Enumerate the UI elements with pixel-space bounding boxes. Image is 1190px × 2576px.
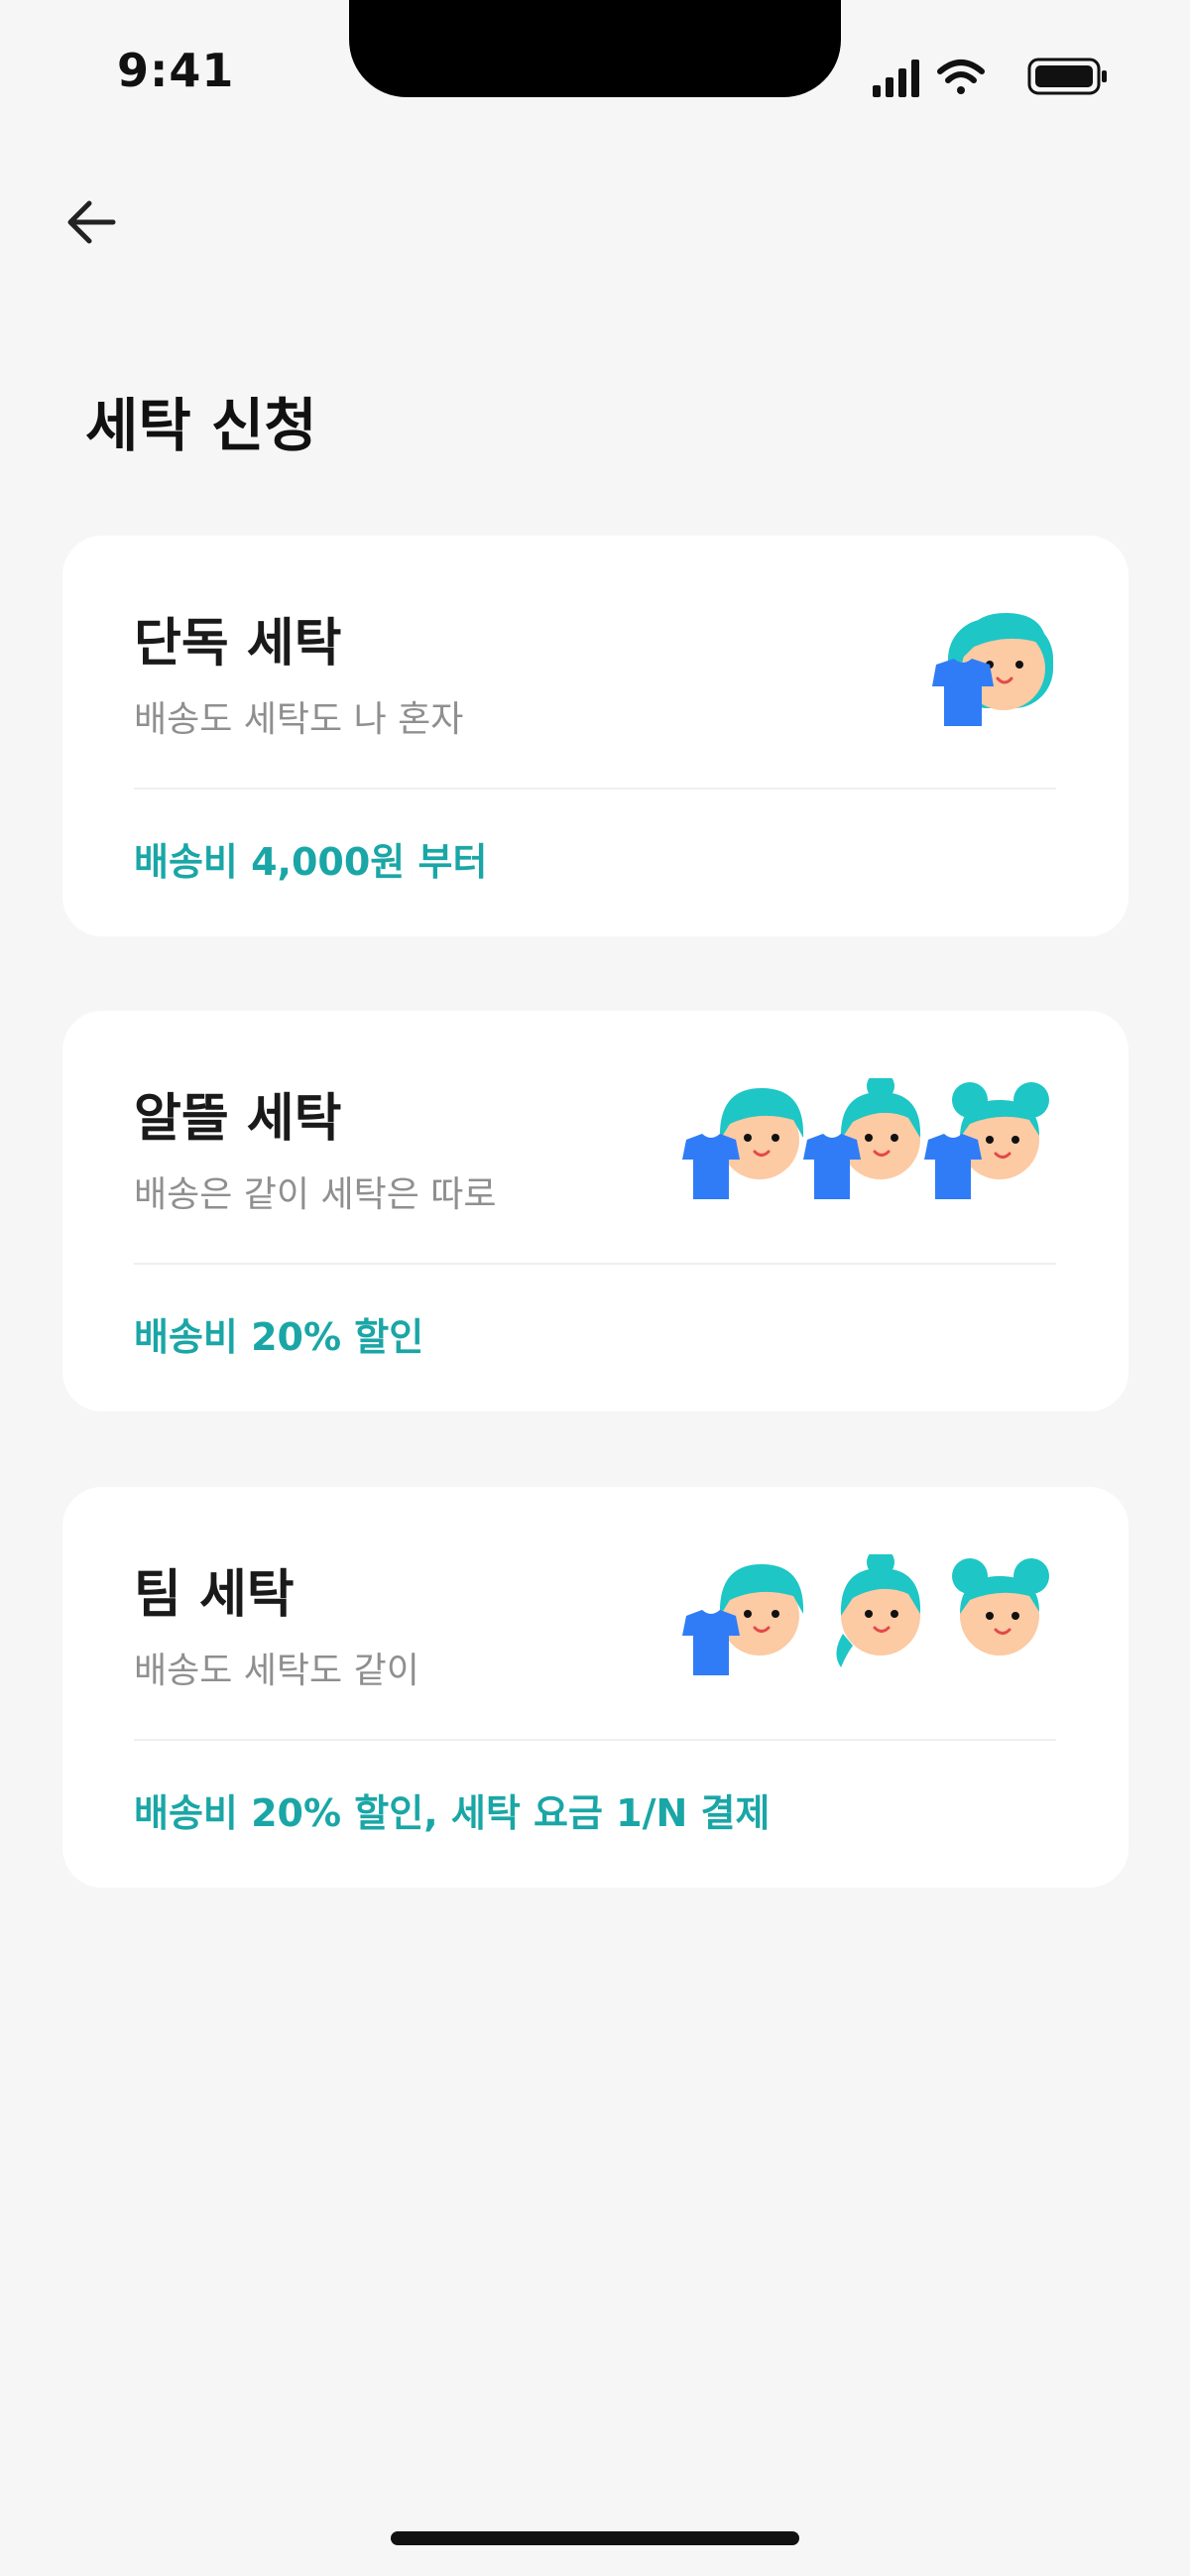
card-divider (134, 1739, 1056, 1741)
card-subtitle: 배송도 세탁도 같이 (134, 1651, 419, 1691)
card-title: 알뜰 세탁 (134, 1089, 342, 1149)
device-notch (349, 0, 841, 97)
person-icon (952, 1558, 1049, 1656)
solo-laundry-card[interactable]: 단독 세탁 배송도 세탁도 나 혼자 배송비 4,000원 부터 (62, 536, 1129, 936)
card-price: 배송비 4,000원 부터 (134, 840, 488, 884)
person-icon (719, 1088, 804, 1179)
status-icons (873, 56, 1111, 103)
battery-icon (1027, 58, 1107, 95)
card-subtitle: 배송은 같이 세탁은 따로 (134, 1174, 497, 1215)
home-indicator[interactable] (391, 2531, 799, 2545)
back-button[interactable] (56, 186, 127, 258)
person-icon (719, 1564, 804, 1656)
saving-laundry-card[interactable]: 알뜰 세탁 배송은 같이 세탁은 따로 배송비 20% 할인 (62, 1011, 1129, 1411)
person-icon (840, 1078, 921, 1179)
arrow-left-icon (67, 200, 116, 244)
three-people-with-shirts-illustration (682, 1078, 1049, 1199)
card-subtitle: 배송도 세탁도 나 혼자 (134, 699, 464, 740)
card-price: 배송비 20% 할인, 세탁 요금 1/N 결제 (134, 1791, 771, 1835)
person-icon (836, 1554, 921, 1667)
card-price: 배송비 20% 할인 (134, 1315, 424, 1359)
team-with-one-shirt-illustration (682, 1554, 1049, 1675)
status-bar: 9:41 (0, 0, 1190, 139)
card-title: 팀 세탁 (134, 1565, 295, 1625)
wifi-icon (937, 60, 985, 94)
single-person-illustration (932, 613, 1053, 726)
cellular-signal-icon (873, 60, 919, 97)
card-divider (134, 1263, 1056, 1265)
card-title: 단독 세탁 (134, 614, 342, 674)
page-title: 세탁 신청 (85, 392, 317, 459)
status-time: 9:41 (117, 44, 235, 97)
team-laundry-card[interactable]: 팀 세탁 배송도 세탁도 같이 배송비 20% 할인, 세탁 요금 1/N 결제 (62, 1487, 1129, 1888)
card-divider (134, 788, 1056, 790)
